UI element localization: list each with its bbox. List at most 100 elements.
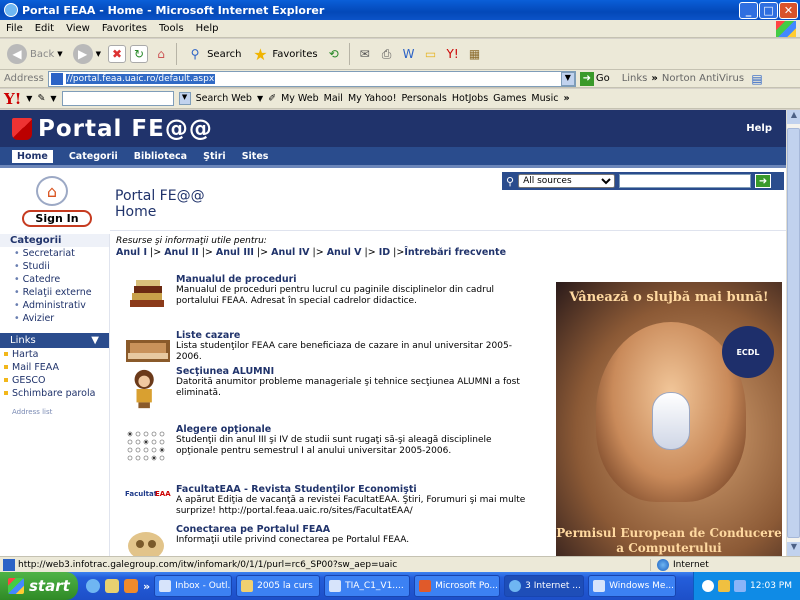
task-2005-la-curs[interactable]: 2005 la curs [236, 575, 321, 597]
link-gesco[interactable]: GESCO [0, 374, 109, 387]
item-title[interactable]: Secţiunea ALUMNI [176, 366, 536, 377]
highlight-icon[interactable]: ✐ [268, 93, 276, 104]
yahoo-item-mail[interactable]: Mail [324, 93, 343, 104]
yahoo-search-input[interactable] [61, 91, 174, 106]
yahoo-item-my-yahoo[interactable]: My Yahoo! [348, 93, 397, 104]
back-button[interactable]: ◀ Back ▼ [4, 42, 66, 66]
cat-avizier[interactable]: Avizier [0, 312, 109, 325]
menu-file[interactable]: File [0, 23, 29, 34]
vertical-scrollbar[interactable]: ▲ ▼ [786, 110, 800, 556]
search-go-button[interactable]: ➜ [755, 174, 772, 188]
clock[interactable]: 12:03 PM [750, 581, 792, 591]
menu-tools[interactable]: Tools [153, 23, 190, 34]
norton-label[interactable]: Norton AntiVirus [662, 73, 744, 84]
cat-secretariat[interactable]: Secretariat [0, 247, 109, 260]
volume-icon[interactable] [734, 580, 746, 592]
task-windows-media[interactable]: Windows Me... [588, 575, 677, 597]
page-title-line2: Home [115, 204, 157, 220]
nav-home[interactable]: Home [12, 149, 53, 163]
yahoo-item-my-web[interactable]: My Web [281, 93, 319, 104]
scroll-down-icon[interactable]: ▼ [787, 542, 800, 556]
task-inbox[interactable]: Inbox - Outl... [154, 575, 233, 597]
favorites-button[interactable]: ★ Favorites [248, 43, 320, 65]
item-title[interactable]: Manualul de proceduri [176, 274, 536, 285]
status-url: http://web3.infotrac.galegroup.com/itw/i… [18, 559, 398, 570]
cat-studii[interactable]: Studii [0, 260, 109, 273]
network-icon[interactable] [718, 580, 730, 592]
maximize-button[interactable]: □ [759, 1, 778, 19]
sign-in-button[interactable]: Sign In [22, 210, 92, 227]
desktop-icon[interactable] [105, 579, 119, 593]
yahoo-logo-icon[interactable]: Y! [4, 90, 21, 108]
portal-title[interactable]: Portal FE@@ [38, 116, 213, 142]
year-link-id[interactable]: ID [379, 247, 390, 258]
links-label[interactable]: Links [622, 73, 648, 84]
close-button[interactable]: ✕ [779, 1, 798, 19]
menu-help[interactable]: Help [190, 23, 225, 34]
folder-icon[interactable]: ▭ [422, 45, 440, 63]
year-link-2[interactable]: Anul II [164, 247, 199, 258]
yahoo-item-games[interactable]: Games [493, 93, 526, 104]
address-list-link[interactable]: Address list [0, 408, 109, 416]
chevron-down-icon[interactable]: ▼ [178, 92, 191, 105]
item-title[interactable]: Alegere opţionale [176, 424, 536, 435]
go-button[interactable]: ➜ Go [579, 71, 610, 86]
menu-favorites[interactable]: Favorites [96, 23, 153, 34]
yahoo-item-music[interactable]: Music [531, 93, 558, 104]
scroll-up-icon[interactable]: ▲ [787, 110, 800, 124]
menu-view[interactable]: View [60, 23, 96, 34]
edit-icon[interactable]: W [400, 45, 418, 63]
search-scope-select[interactable]: All sources [518, 174, 616, 188]
item-title[interactable]: Liste cazare [176, 330, 536, 341]
year-link-4[interactable]: Anul IV [271, 247, 309, 258]
stop-icon[interactable]: ✖ [108, 45, 127, 63]
print-icon[interactable]: ⎙ [378, 45, 396, 63]
pencil-icon[interactable]: ✎ [37, 93, 45, 104]
link-harta[interactable]: Harta [0, 348, 109, 361]
item-title[interactable]: Conectarea pe Portalul FEAA [176, 524, 536, 535]
link-schimbare-parola[interactable]: Schimbare parola [0, 387, 109, 400]
nav-biblioteca[interactable]: Biblioteca [134, 151, 187, 162]
link-mail-feaa[interactable]: Mail FEAA [0, 361, 109, 374]
norton-icon[interactable]: ▤ [748, 70, 766, 88]
address-field[interactable]: //portal.feaa.uaic.ro/default.aspx ▼ [47, 70, 576, 87]
nav-categorii[interactable]: Categorii [69, 151, 118, 162]
cat-catedre[interactable]: Catedre [0, 273, 109, 286]
task-internet-explorer[interactable]: 3 Internet ...▼ [504, 575, 585, 597]
task-tia[interactable]: TIA_C1_V1.... [324, 575, 411, 597]
help-link[interactable]: Help [746, 123, 772, 134]
home-icon[interactable]: ⌂ [152, 45, 170, 63]
yahoo-item-hotjobs[interactable]: HotJobs [452, 93, 488, 104]
item-title[interactable]: FacultatEAA - Revista Studenţilor Econom… [176, 484, 536, 495]
chevron-down-icon[interactable]: ▼ [560, 71, 575, 86]
ecdl-advertisement[interactable]: ECDL Vânează o slujbă mai bună! Permisul… [556, 282, 782, 556]
task-powerpoint[interactable]: Microsoft Po... [414, 575, 501, 597]
ie-icon[interactable] [86, 579, 100, 593]
cat-relatii-externe[interactable]: Relaţii externe [0, 286, 109, 299]
history-icon[interactable]: ⟲ [325, 45, 343, 63]
scrollbar-thumb[interactable] [787, 128, 800, 538]
links-heading[interactable]: Links ▼ [0, 333, 109, 348]
research-icon[interactable]: ▦ [466, 45, 484, 63]
year-link-5[interactable]: Anul V [327, 247, 362, 258]
yahoo-search-web-button[interactable]: Search Web [196, 93, 252, 104]
year-link-faq[interactable]: Întrebări frecvente [404, 247, 506, 258]
year-link-3[interactable]: Anul III [216, 247, 254, 258]
yahoo-item-personals[interactable]: Personals [402, 93, 447, 104]
media-icon[interactable] [124, 579, 138, 593]
forward-button[interactable]: ▶ ▼ [70, 42, 104, 66]
menu-edit[interactable]: Edit [29, 23, 60, 34]
search-button[interactable]: ⚲ Search [183, 43, 244, 65]
start-button[interactable]: start [0, 572, 78, 600]
refresh-icon[interactable]: ↻ [130, 45, 149, 63]
year-link-1[interactable]: Anul I [116, 247, 147, 258]
nav-stiri[interactable]: Ştiri [203, 151, 226, 162]
nav-sites[interactable]: Sites [242, 151, 269, 162]
back-tray-icon[interactable] [702, 580, 714, 592]
minimize-button[interactable]: _ [739, 1, 758, 19]
portal-search-input[interactable] [619, 174, 752, 188]
address-url[interactable]: //portal.feaa.uaic.ro/default.aspx [65, 73, 216, 84]
mail-icon[interactable]: ✉ [356, 45, 374, 63]
messenger-icon[interactable]: Y! [444, 45, 462, 63]
cat-administrativ[interactable]: Administrativ [0, 299, 109, 312]
